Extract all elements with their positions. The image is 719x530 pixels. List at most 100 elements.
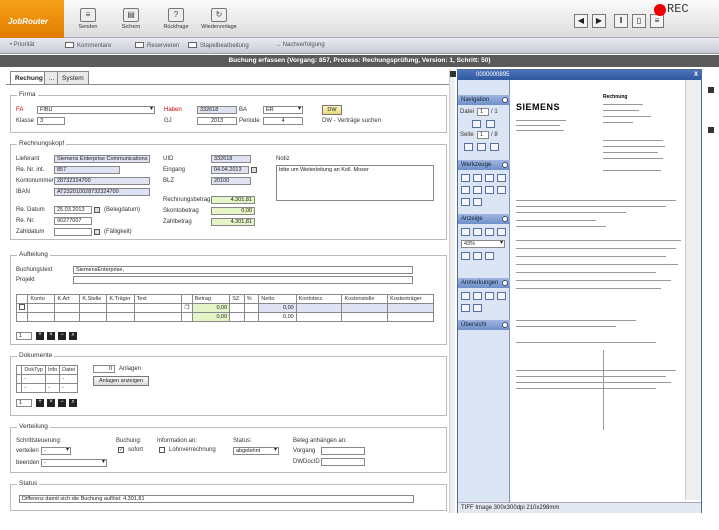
iban-field[interactable]: AT232010028732324700: [54, 188, 150, 196]
zoom-select[interactable]: 43%: [461, 240, 505, 248]
pause-icon[interactable]: ‖: [614, 14, 628, 28]
delete-row-icon[interactable]: ×: [47, 332, 55, 340]
doc-count-field[interactable]: 1: [16, 399, 32, 407]
tab-rechung[interactable]: Rechung: [10, 71, 48, 85]
uebersicht-header[interactable]: Übersicht: [458, 320, 510, 330]
haben-field[interactable]: 332618: [197, 106, 237, 114]
view-icon[interactable]: [461, 252, 470, 260]
renr-int-field[interactable]: 857: [54, 166, 120, 174]
form-scrollbar[interactable]: [449, 69, 456, 513]
document-page[interactable]: SIEMENS Rechnung: [511, 80, 683, 500]
zoom-in-icon[interactable]: [461, 228, 470, 236]
zahlbetrag-field[interactable]: 4.301,81: [211, 218, 255, 226]
blz-field[interactable]: 20100: [211, 177, 251, 185]
comments-item[interactable]: Kommentare: [65, 42, 111, 49]
resubmit-button[interactable]: ↻ Wiedervorlage: [198, 8, 240, 38]
redatum-field[interactable]: 25.03.2013: [54, 206, 92, 214]
tool-icon[interactable]: [473, 174, 482, 182]
calendar-icon[interactable]: [94, 207, 100, 213]
annotation-icon[interactable]: [461, 304, 470, 312]
search-doc-icon[interactable]: ⌕: [69, 399, 77, 407]
fa-select[interactable]: FIBU: [37, 106, 155, 114]
batch-item[interactable]: Stapelbearbeitung: [188, 42, 249, 49]
tracking-item[interactable]: → Nachverfolgung: [275, 42, 325, 48]
row-checkbox[interactable]: [19, 304, 25, 310]
annotation-icon[interactable]: [461, 292, 470, 300]
table-row[interactable]: ❐ 0,00 0,00: [15, 303, 434, 313]
tool-icon[interactable]: [497, 186, 506, 194]
next-icon[interactable]: [490, 143, 499, 151]
add-doc-icon[interactable]: +: [36, 399, 44, 407]
annotation-icon[interactable]: [473, 292, 482, 300]
document-icon[interactable]: ▯: [632, 14, 646, 28]
priority-item[interactable]: • Priorität: [10, 42, 34, 48]
rotate-icon[interactable]: [485, 228, 494, 236]
query-button[interactable]: ? Rückfrage: [155, 8, 197, 38]
kontonummer-field[interactable]: 28732324700: [54, 177, 150, 185]
tool-icon[interactable]: [473, 198, 482, 206]
tool-icon[interactable]: [497, 174, 506, 182]
periode-field[interactable]: 4: [263, 117, 303, 125]
next-page-icon[interactable]: [486, 120, 495, 128]
collapse-icon[interactable]: [502, 280, 508, 286]
collapse-icon[interactable]: [502, 322, 508, 328]
fit-icon[interactable]: [497, 228, 506, 236]
remove-row-icon[interactable]: −: [58, 332, 66, 340]
prev-page-icon[interactable]: [472, 120, 481, 128]
gj-field[interactable]: 2013: [197, 117, 237, 125]
lieferant-field[interactable]: Siemens Enterprise Communications G: [54, 155, 150, 163]
reserve-item[interactable]: Reservieren: [135, 42, 179, 49]
table-row[interactable]: - - -: [15, 383, 78, 393]
view-icon[interactable]: [473, 252, 482, 260]
zoom-out-icon[interactable]: [473, 228, 482, 236]
tool-icon[interactable]: [461, 186, 470, 194]
collapse-icon[interactable]: [502, 216, 508, 222]
beenden-select[interactable]: -: [41, 459, 107, 467]
buchungstext-field[interactable]: SiemensEnterprise,: [73, 266, 413, 274]
rechnungsbetrag-field[interactable]: 4.301,81: [211, 196, 255, 204]
datei-field[interactable]: 1: [477, 108, 489, 116]
copy-icon[interactable]: ❐: [181, 303, 193, 313]
prev-icon[interactable]: [477, 143, 486, 151]
annotation-icon[interactable]: [497, 292, 506, 300]
projekt-field[interactable]: [73, 276, 413, 284]
delete-doc-icon[interactable]: ×: [47, 399, 55, 407]
tab-system[interactable]: System: [57, 71, 89, 85]
collapse-icon[interactable]: [502, 162, 508, 168]
row-count-field[interactable]: 1: [16, 332, 32, 340]
anlagen-anzeigen-button[interactable]: Anlagen anzeigen: [93, 376, 149, 386]
dw-button[interactable]: DW: [322, 105, 342, 115]
table-row[interactable]: 0,00 0,00: [15, 312, 434, 322]
verteilen-select[interactable]: -: [41, 447, 71, 455]
tool-icon[interactable]: [485, 174, 494, 182]
tool-icon[interactable]: [461, 174, 470, 182]
seite-field[interactable]: 1: [477, 131, 489, 139]
annotation-icon[interactable]: [473, 304, 482, 312]
eingang-field[interactable]: 04.04.2013: [211, 166, 249, 174]
klasse-field[interactable]: 3: [37, 117, 65, 125]
remove-doc-icon[interactable]: −: [58, 399, 66, 407]
save-button[interactable]: ▤ Sichern: [110, 8, 152, 38]
uid-field[interactable]: 332618: [211, 155, 251, 163]
skontobetrag-field[interactable]: 0,00: [211, 207, 255, 215]
tool-icon[interactable]: [473, 186, 482, 194]
sofort-checkbox[interactable]: ✓: [118, 447, 124, 453]
calendar-icon[interactable]: [94, 229, 100, 235]
annotation-icon[interactable]: [485, 292, 494, 300]
tool-icon[interactable]: [485, 186, 494, 194]
calendar-icon[interactable]: [251, 167, 257, 173]
arrow-left-icon[interactable]: ◀: [574, 14, 588, 28]
vorgang-field[interactable]: [321, 447, 365, 455]
add-row-icon[interactable]: +: [36, 332, 44, 340]
zahldatum-field[interactable]: [54, 228, 92, 236]
scroll-up-icon[interactable]: [450, 71, 456, 77]
search-row-icon[interactable]: ⌕: [69, 332, 77, 340]
viewer-scrollbar[interactable]: [685, 80, 701, 500]
collapse-icon[interactable]: [502, 97, 508, 103]
navigation-header[interactable]: Navigation: [458, 95, 510, 105]
marker-icon[interactable]: [708, 87, 714, 93]
ba-select[interactable]: ER: [263, 106, 303, 114]
arrow-right-icon[interactable]: ▶: [592, 14, 606, 28]
first-page-icon[interactable]: [464, 143, 473, 151]
send-button[interactable]: ≡ Senden: [67, 8, 109, 38]
